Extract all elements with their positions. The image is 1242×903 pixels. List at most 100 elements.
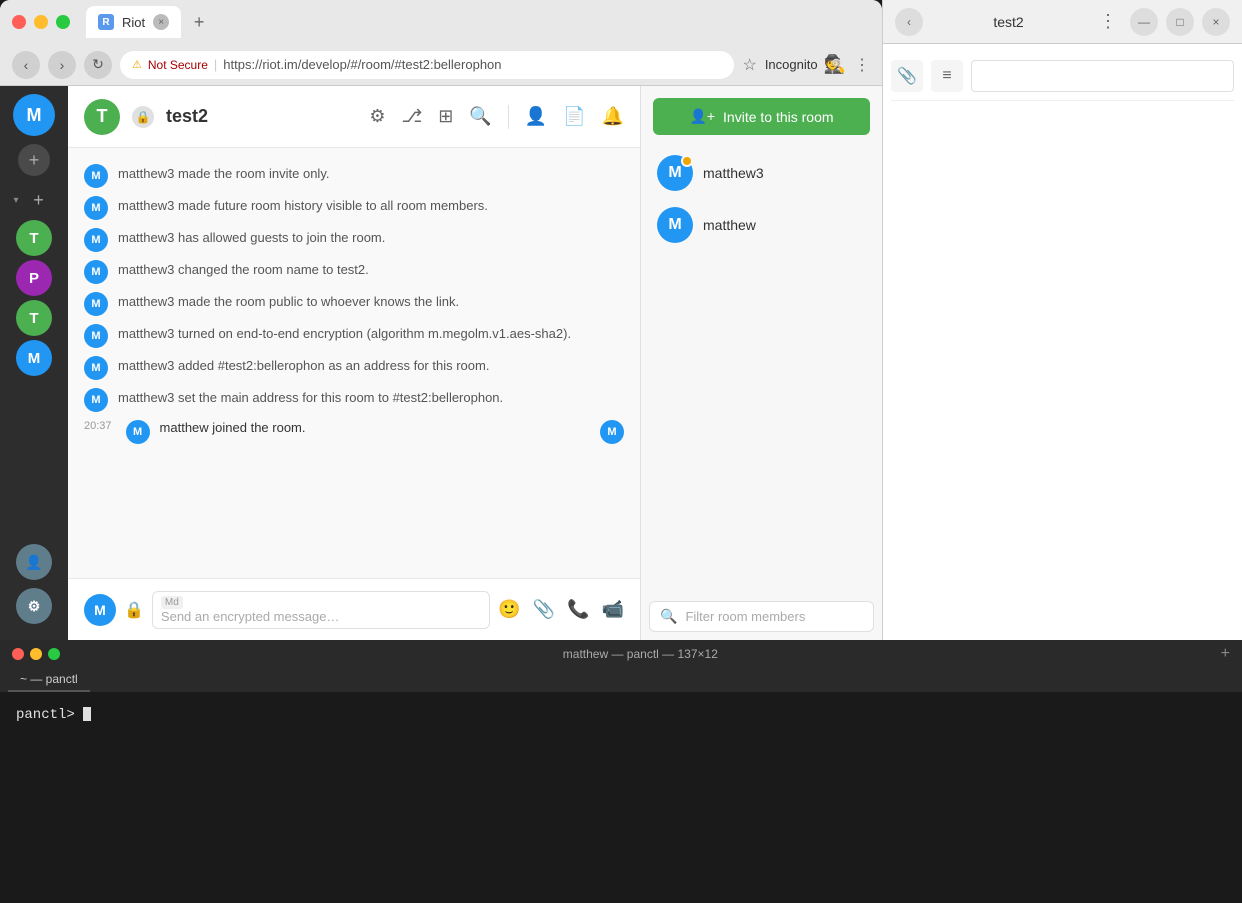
close-traffic-light[interactable] [12,15,26,29]
forward-button[interactable]: › [48,51,76,79]
invite-icon: 👤+ [689,108,715,125]
search-icon[interactable]: 🔍 [469,106,491,127]
member-avatar-matthew3: M [657,155,693,191]
terminal-maximize-light[interactable] [48,648,60,660]
add-room-button[interactable]: + [18,144,50,176]
not-secure-text: Not Secure [148,58,208,72]
join-message-row: 20:37 M matthew joined the room. M [84,420,624,444]
system-message-text: matthew3 made future room history visibl… [118,196,488,216]
back-button[interactable]: ‹ [12,51,40,79]
second-back-button[interactable]: ‹ [895,8,923,36]
terminal-tab-bar: ~ — panctl [0,668,1242,692]
input-actions: 🙂 📎 📞 📹 [498,599,624,620]
apps-icon[interactable]: ⊞ [438,106,453,127]
chat-input-placeholder: Send an encrypted message… [161,609,481,624]
traffic-lights [12,15,70,29]
chat-input-area: M 🔒 Md Send an encrypted message… 🙂 📎 📞 … [68,578,640,640]
address-separator: | [214,57,217,72]
emoji-icon[interactable]: 🙂 [498,599,520,620]
user-avatar-sm: M [84,228,108,252]
member-status-badge [681,155,693,167]
system-message: M matthew3 added #test2:bellerophon as a… [84,356,624,380]
second-content: 📎 ≡ [883,44,1242,640]
call-icon[interactable]: 📞 [567,599,589,620]
message-text: matthew joined the room. [160,420,306,435]
share-icon[interactable]: ⎇ [401,106,422,127]
attachment-icon[interactable]: 📎 [533,599,555,620]
tab-close-button[interactable]: × [153,14,169,30]
second-format-button[interactable]: ≡ [931,60,963,92]
files-icon[interactable]: 📄 [563,106,585,127]
new-tab-button[interactable]: + [185,8,213,36]
terminal-tab[interactable]: ~ — panctl [8,668,90,692]
markdown-badge: Md [161,596,183,609]
address-bar-actions: ☆ Incognito 🕵 ⋮ [742,54,870,75]
system-message-text: matthew3 added #test2:bellerophon as an … [118,356,489,376]
sidebar-room-t2[interactable]: T [16,300,52,336]
user-avatar-sm: M [84,164,108,188]
second-maximize-button[interactable]: □ [1166,8,1194,36]
member-item[interactable]: M matthew3 [649,147,874,199]
terminal-prompt: panctl> [16,704,1226,726]
sidebar-room-p[interactable]: P [16,260,52,296]
browser-menu-button[interactable]: ⋮ [854,55,870,75]
app-content: M + ▾ + T P T M 👤 ⚙ T 🔒 [0,86,882,640]
incognito-text: Incognito [765,57,818,72]
second-titlebar: ‹ test2 ⋮ — □ × [883,0,1242,44]
second-toolbar: 📎 ≡ [891,52,1234,101]
terminal-content: panctl> [0,692,1242,738]
user-avatar-sm: M [84,388,108,412]
second-menu-button[interactable]: ⋮ [1094,8,1122,36]
settings-gear-icon[interactable]: ⚙ [369,106,385,127]
address-bar[interactable]: ⚠ Not Secure | https://riot.im/develop/#… [120,51,734,79]
member-avatar-matthew: M [657,207,693,243]
second-close-button[interactable]: × [1202,8,1230,36]
user-avatar-letter: M [27,105,42,126]
user-avatar-sm: M [84,292,108,316]
tab-favicon: R [98,14,114,30]
terminal-new-tab-button[interactable]: + [1221,645,1230,663]
notifications-icon[interactable]: 🔔 [602,106,624,127]
settings-icon[interactable]: ⚙ [16,588,52,624]
system-message-text: matthew3 made the room invite only. [118,164,329,184]
user-avatar-sm: M [84,356,108,380]
system-message-text: matthew3 made the room public to whoever… [118,292,459,312]
refresh-button[interactable]: ↻ [84,51,112,79]
filter-placeholder: Filter room members [685,609,805,624]
system-message-text: matthew3 set the main address for this r… [118,388,503,408]
minimize-traffic-light[interactable] [34,15,48,29]
system-message-text: matthew3 has allowed guests to join the … [118,228,385,248]
filter-members-input[interactable]: 🔍 Filter room members [649,601,874,632]
terminal-close-light[interactable] [12,648,24,660]
system-message: M matthew3 changed the room name to test… [84,260,624,284]
add-group-button[interactable]: + [23,184,55,216]
sidebar-room-m[interactable]: M [16,340,52,376]
browser-tab-riot[interactable]: R Riot × [86,6,181,38]
incognito-icon: 🕵 [824,54,846,75]
chat-area: T 🔒 test2 ⚙ ⎇ ⊞ 🔍 👤 📄 🔔 [68,86,640,640]
maximize-traffic-light[interactable] [56,15,70,29]
sidebar-room-t1[interactable]: T [16,220,52,256]
terminal-minimize-light[interactable] [30,648,42,660]
invite-to-room-button[interactable]: 👤+ Invite to this room [653,98,870,135]
second-text-input[interactable] [971,60,1234,92]
user-avatar-sm: M [84,324,108,348]
second-attach-button[interactable]: 📎 [891,60,923,92]
member-item[interactable]: M matthew [649,199,874,251]
terminal-titlebar: matthew — panctl — 137×12 + [0,640,1242,668]
system-message: M matthew3 set the main address for this… [84,388,624,412]
warning-icon: ⚠ [132,58,142,71]
bookmark-icon[interactable]: ☆ [742,55,756,75]
second-minimize-button[interactable]: — [1130,8,1158,36]
terminal-title: matthew — panctl — 137×12 [68,647,1213,661]
filter-search-icon: 🔍 [660,608,677,625]
room-lock-badge: 🔒 [132,106,154,128]
people-icon[interactable]: 👤 [16,544,52,580]
app-sidebar: M + ▾ + T P T M 👤 ⚙ [0,86,68,640]
chat-input-wrapper[interactable]: Md Send an encrypted message… [152,591,490,629]
video-icon[interactable]: 📹 [602,599,624,620]
user-avatar[interactable]: M [13,94,55,136]
tab-title: Riot [122,15,145,30]
terminal-traffic-lights [12,648,60,660]
members-icon[interactable]: 👤 [525,106,547,127]
